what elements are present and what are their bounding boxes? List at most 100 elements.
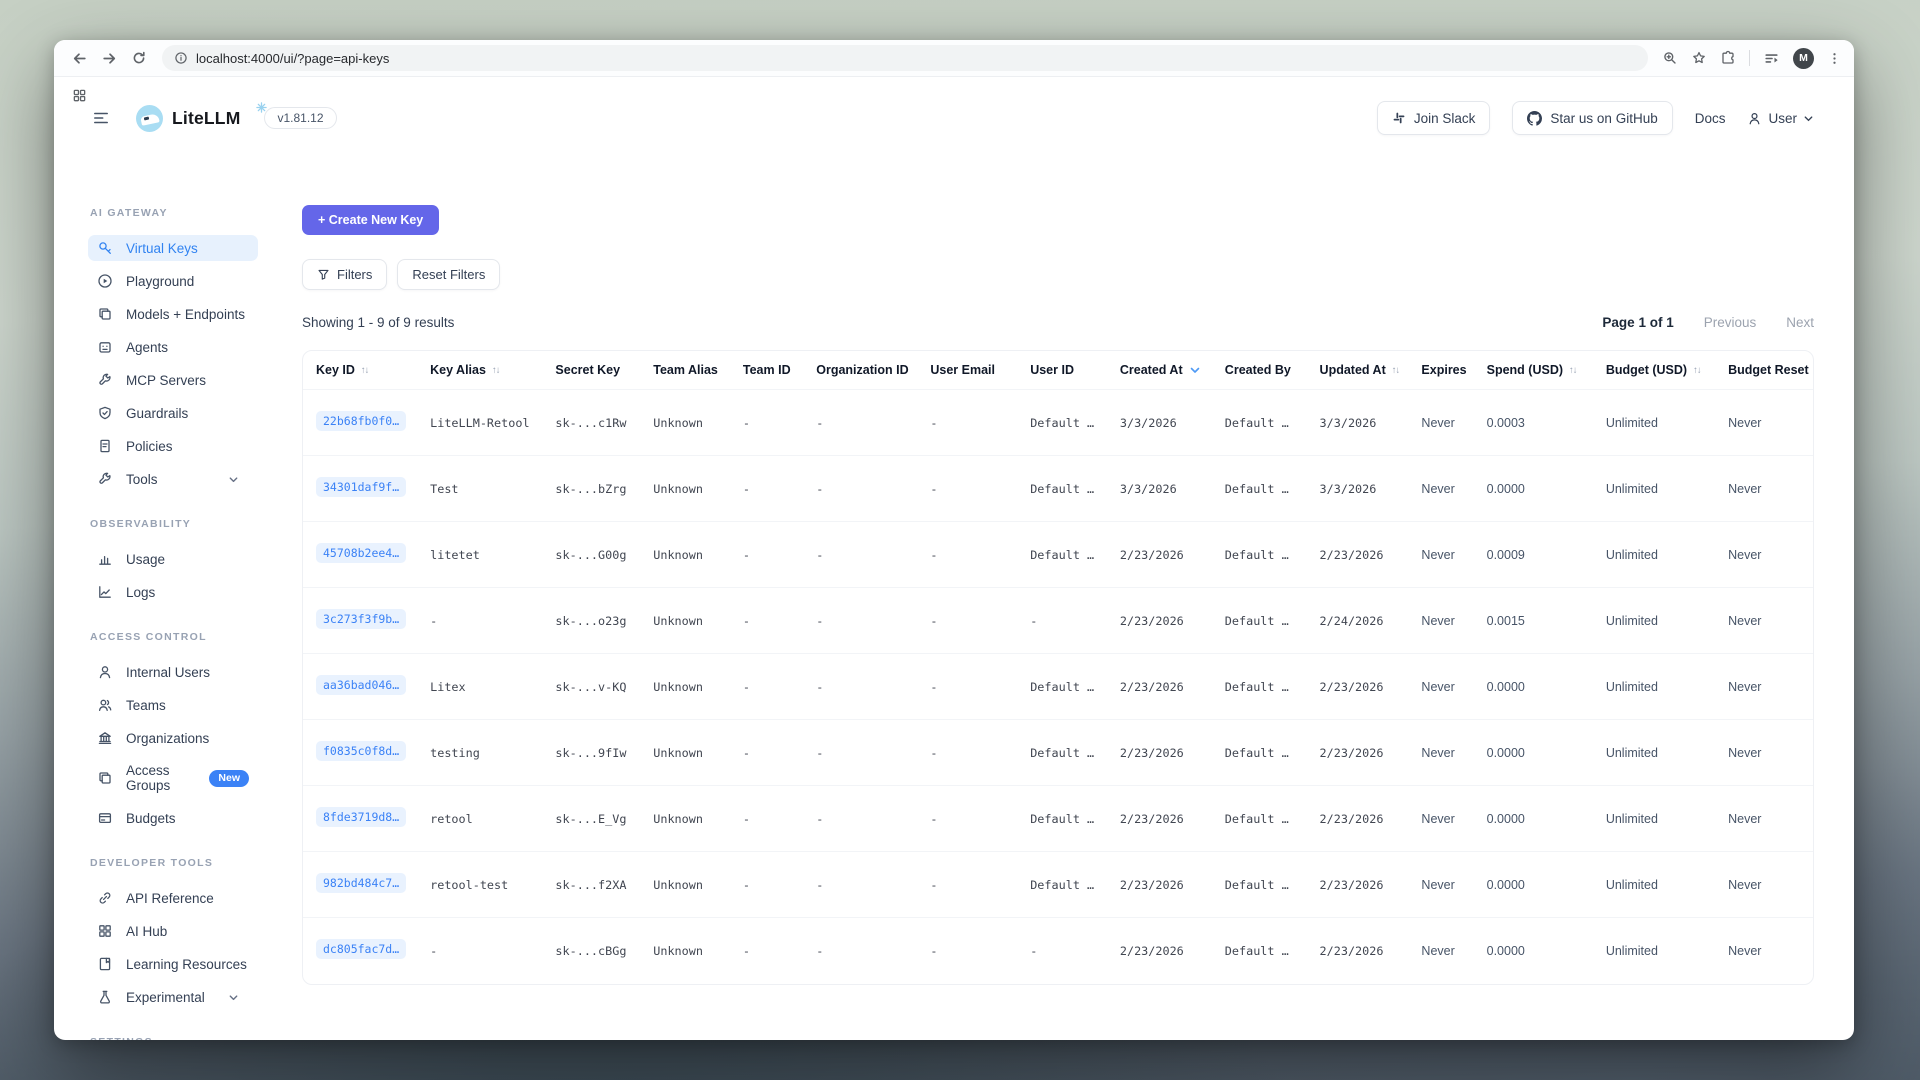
sidebar-item-label: Internal Users bbox=[126, 665, 210, 680]
site-info-icon[interactable] bbox=[174, 51, 188, 65]
cell-expires: Never bbox=[1408, 852, 1473, 918]
sidebar-section-title: AI GATEWAY bbox=[90, 207, 258, 219]
column-header-spend[interactable]: Spend (USD)↑↓ bbox=[1474, 351, 1593, 390]
litellm-logo-icon bbox=[136, 105, 163, 132]
column-header-key_id[interactable]: Key ID↑↓ bbox=[303, 351, 417, 390]
key-id-link[interactable]: 8fde3719d8… bbox=[316, 807, 406, 827]
cell-user_id: Default … bbox=[1017, 786, 1107, 852]
forward-icon[interactable] bbox=[96, 45, 122, 71]
bank-icon bbox=[97, 730, 113, 746]
sidebar-item-policies[interactable]: Policies bbox=[88, 433, 258, 459]
sort-icon[interactable]: ↑↓ bbox=[1569, 365, 1577, 376]
docs-link[interactable]: Docs bbox=[1695, 111, 1726, 126]
cell-updated_at: 3/3/2026 bbox=[1307, 456, 1409, 522]
side-panel-grid-icon[interactable] bbox=[72, 88, 87, 108]
cell-secret_key: sk-...E_Vg bbox=[542, 786, 640, 852]
next-page-button[interactable]: Next bbox=[1786, 315, 1814, 330]
sidebar-toggle-icon[interactable] bbox=[92, 109, 110, 127]
reset-filters-button[interactable]: Reset Filters bbox=[397, 259, 500, 290]
cell-key_id: 45708b2ee4… bbox=[303, 522, 417, 588]
menu-kebab-icon[interactable] bbox=[1827, 51, 1842, 66]
reload-icon[interactable] bbox=[126, 45, 152, 71]
cell-created_by: Default … bbox=[1212, 720, 1307, 786]
cell-user_email: - bbox=[917, 720, 1017, 786]
cell-created_by: Default … bbox=[1212, 654, 1307, 720]
bookmark-star-icon[interactable] bbox=[1691, 50, 1707, 66]
key-id-link[interactable]: 982bd484c7… bbox=[316, 873, 406, 893]
sidebar-section-title: OBSERVABILITY bbox=[90, 518, 258, 530]
sort-icon[interactable]: ↑↓ bbox=[361, 365, 369, 376]
sidebar-item-guardrails[interactable]: Guardrails bbox=[88, 400, 258, 426]
previous-page-button[interactable]: Previous bbox=[1704, 315, 1757, 330]
cell-key_id: f0835c0f8d… bbox=[303, 720, 417, 786]
key-id-link[interactable]: 45708b2ee4… bbox=[316, 543, 406, 563]
sort-icon[interactable]: ↑↓ bbox=[492, 365, 500, 376]
cell-secret_key: sk-...o23g bbox=[542, 588, 640, 654]
layers-icon bbox=[97, 770, 113, 786]
cell-secret_key: sk-...bZrg bbox=[542, 456, 640, 522]
sidebar-item-organizations[interactable]: Organizations bbox=[88, 725, 258, 751]
key-id-link[interactable]: 22b68fb0f0… bbox=[316, 411, 406, 431]
new-badge: New bbox=[209, 770, 249, 787]
cell-user_id: - bbox=[1017, 918, 1107, 984]
key-id-link[interactable]: dc805fac7d… bbox=[316, 939, 406, 959]
app-header: LiteLLM v1.81.12 Join Slack Star us on G… bbox=[54, 93, 1854, 143]
cell-user_email: - bbox=[917, 522, 1017, 588]
sort-icon[interactable]: ↑↓ bbox=[1693, 365, 1701, 376]
sidebar-item-internal-users[interactable]: Internal Users bbox=[88, 659, 258, 685]
sidebar-item-teams[interactable]: Teams bbox=[88, 692, 258, 718]
sidebar-item-experimental[interactable]: Experimental bbox=[88, 984, 258, 1010]
cell-organization_id: - bbox=[803, 390, 917, 456]
column-header-created_at[interactable]: Created At bbox=[1107, 351, 1212, 390]
cell-key_id: 22b68fb0f0… bbox=[303, 390, 417, 456]
cell-secret_key: sk-...G00g bbox=[542, 522, 640, 588]
sidebar-item-models-endpoints[interactable]: Models + Endpoints bbox=[88, 301, 258, 327]
sidebar-item-tools[interactable]: Tools bbox=[88, 466, 258, 492]
sidebar-item-playground[interactable]: Playground bbox=[88, 268, 258, 294]
zoom-icon[interactable] bbox=[1662, 50, 1678, 66]
cell-updated_at: 2/23/2026 bbox=[1307, 522, 1409, 588]
column-header-key_alias[interactable]: Key Alias↑↓ bbox=[417, 351, 542, 390]
media-controls-icon[interactable] bbox=[1763, 50, 1780, 67]
sidebar-item-budgets[interactable]: Budgets bbox=[88, 805, 258, 831]
version-badge: v1.81.12 bbox=[264, 109, 336, 127]
cell-created_at: 2/23/2026 bbox=[1107, 786, 1212, 852]
brand[interactable]: LiteLLM bbox=[136, 105, 240, 132]
column-header-budget[interactable]: Budget (USD)↑↓ bbox=[1593, 351, 1715, 390]
pagination: Page 1 of 1 Previous Next bbox=[1602, 315, 1814, 330]
sidebar-item-virtual-keys[interactable]: Virtual Keys bbox=[88, 235, 258, 261]
create-new-key-button[interactable]: + Create New Key bbox=[302, 205, 439, 235]
key-id-link[interactable]: f0835c0f8d… bbox=[316, 741, 406, 761]
wrench-icon bbox=[97, 372, 113, 388]
sort-icon[interactable]: ↑↓ bbox=[1392, 365, 1400, 376]
cell-created_by: Default … bbox=[1212, 588, 1307, 654]
sidebar-item-mcp-servers[interactable]: MCP Servers bbox=[88, 367, 258, 393]
cell-expires: Never bbox=[1408, 654, 1473, 720]
sidebar-item-api-reference[interactable]: API Reference bbox=[88, 885, 258, 911]
cell-team_id: - bbox=[730, 654, 803, 720]
sort-desc-icon[interactable] bbox=[1189, 364, 1201, 376]
key-id-link[interactable]: 3c273f3f9b… bbox=[316, 609, 406, 629]
address-bar[interactable]: localhost:4000/ui/?page=api-keys bbox=[162, 45, 1648, 71]
sparkle-icon bbox=[256, 100, 267, 118]
cell-user_email: - bbox=[917, 786, 1017, 852]
key-id-link[interactable]: aa36bad046… bbox=[316, 675, 406, 695]
sidebar-item-logs[interactable]: Logs bbox=[88, 579, 258, 605]
profile-avatar[interactable]: M bbox=[1793, 48, 1814, 69]
sidebar-item-usage[interactable]: Usage bbox=[88, 546, 258, 572]
star-github-button[interactable]: Star us on GitHub bbox=[1512, 101, 1672, 135]
extensions-icon[interactable] bbox=[1720, 50, 1736, 66]
column-header-updated_at[interactable]: Updated At↑↓ bbox=[1307, 351, 1409, 390]
sidebar: AI GATEWAY Virtual Keys Playground Models +… bbox=[54, 143, 266, 1040]
back-icon[interactable] bbox=[66, 45, 92, 71]
cell-budget: Unlimited bbox=[1593, 852, 1715, 918]
filters-button[interactable]: Filters bbox=[302, 259, 387, 290]
key-id-link[interactable]: 34301daf9f… bbox=[316, 477, 406, 497]
sidebar-item-learning-resources[interactable]: Learning Resources bbox=[88, 951, 258, 977]
cell-key_alias: testing bbox=[417, 720, 542, 786]
sidebar-item-access-groups[interactable]: Access GroupsNew bbox=[88, 758, 258, 798]
sidebar-item-ai-hub[interactable]: AI Hub bbox=[88, 918, 258, 944]
join-slack-button[interactable]: Join Slack bbox=[1377, 101, 1491, 135]
sidebar-item-agents[interactable]: Agents bbox=[88, 334, 258, 360]
user-menu[interactable]: User bbox=[1747, 111, 1814, 126]
